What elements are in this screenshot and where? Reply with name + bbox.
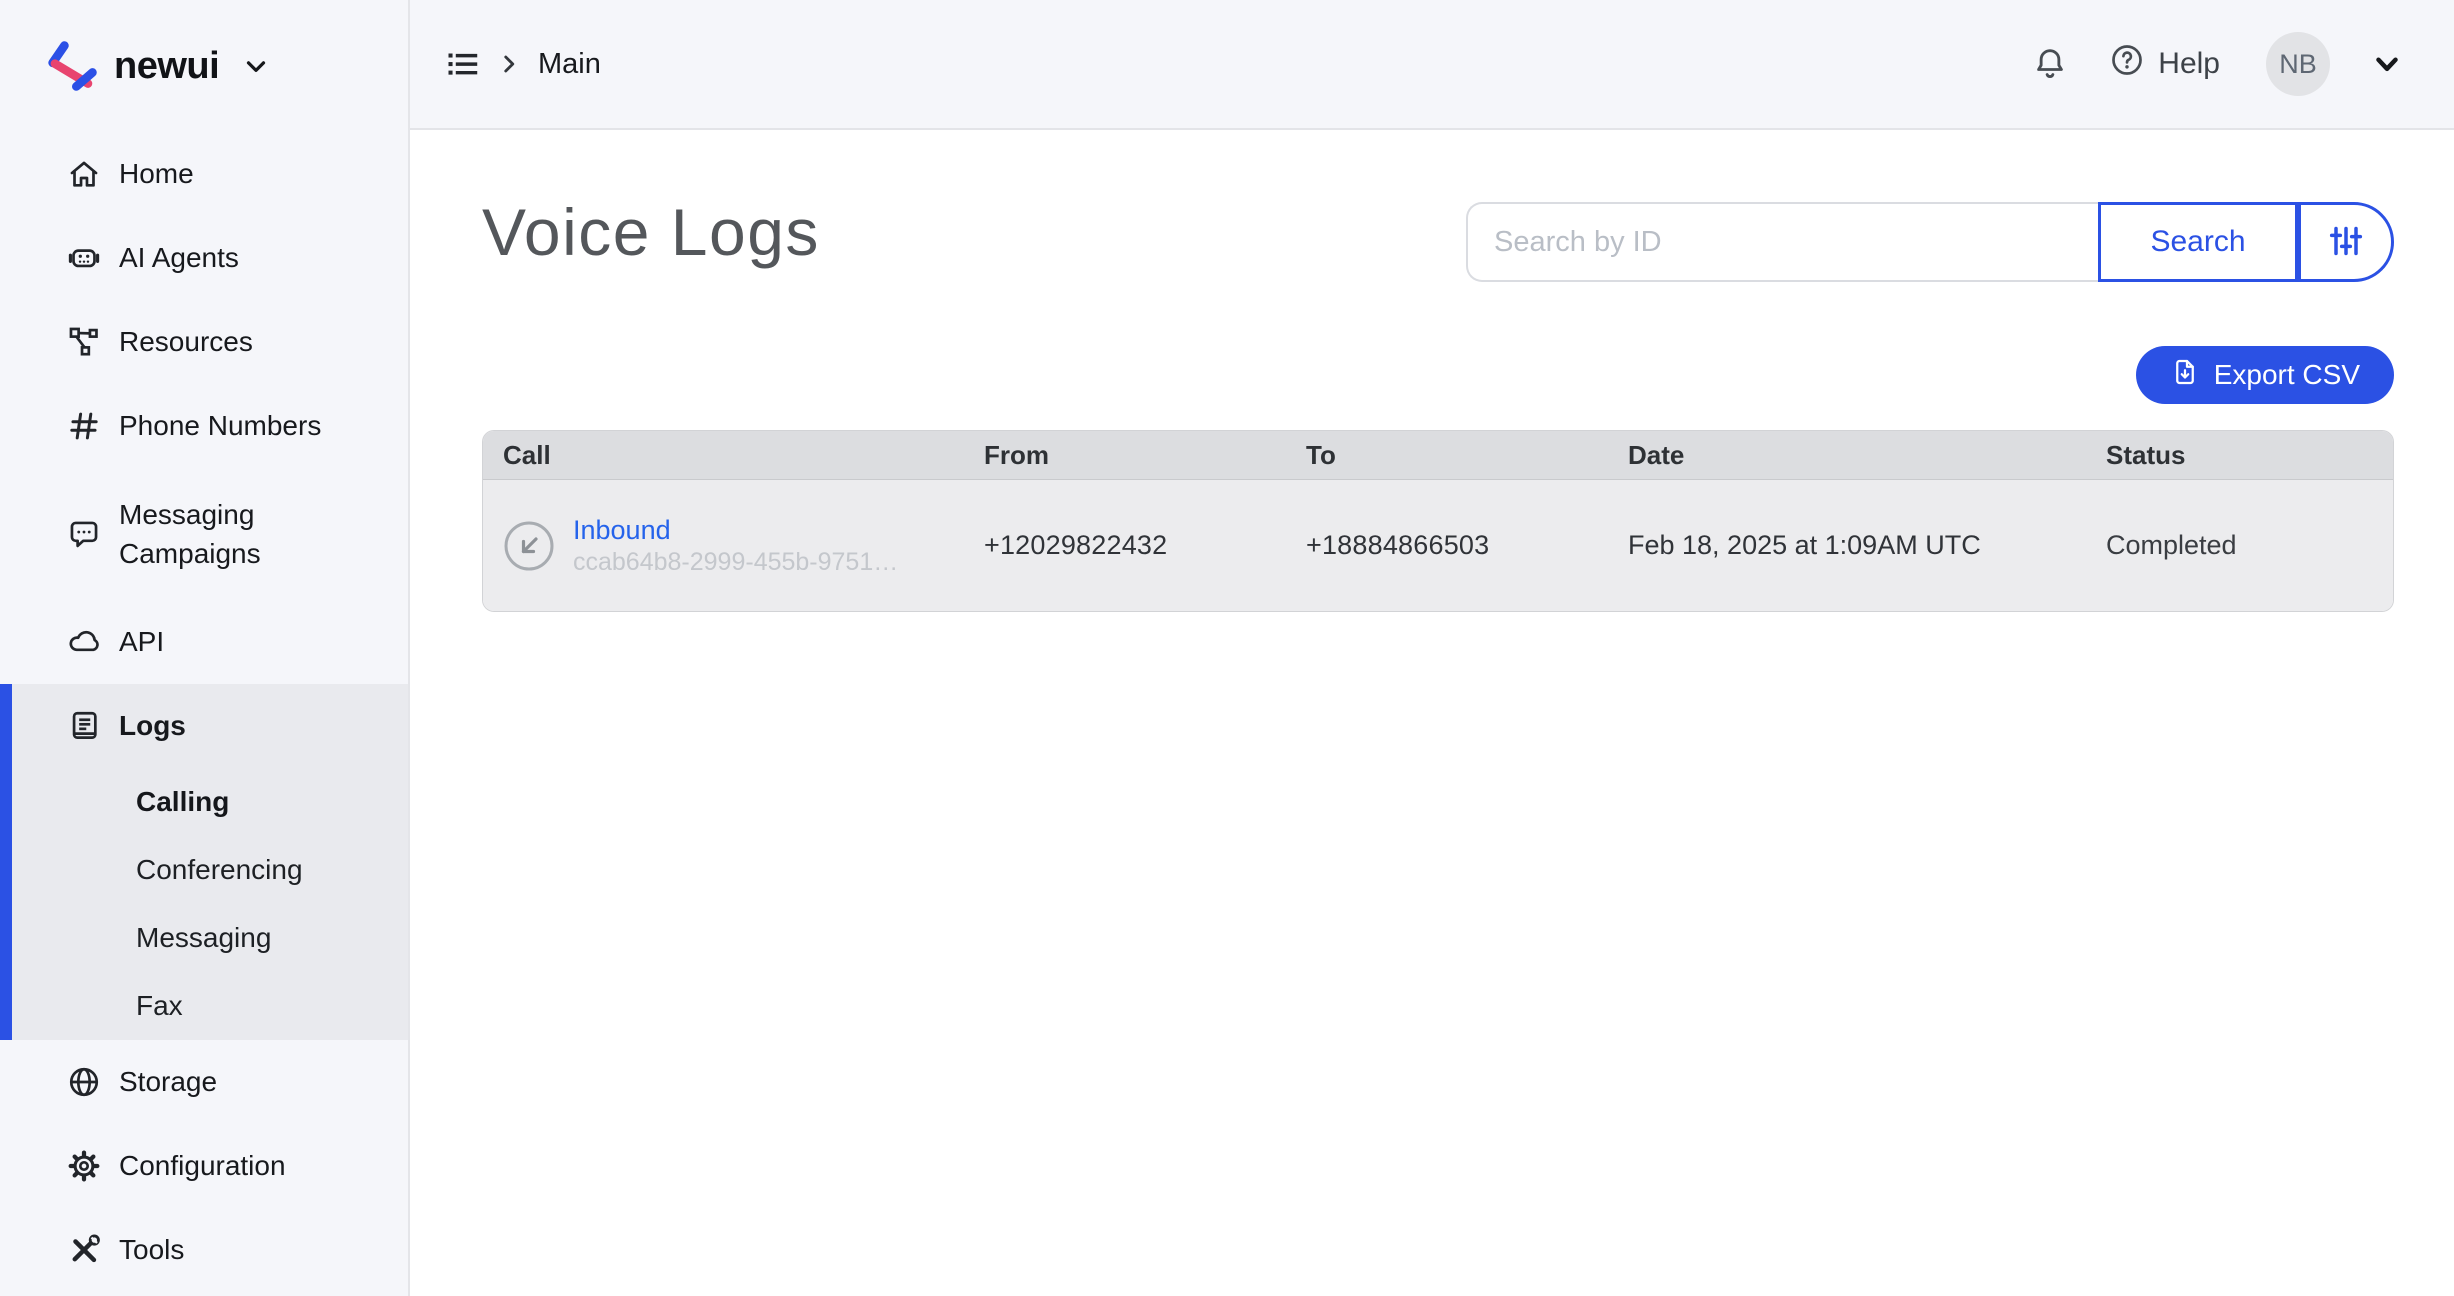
question-circle-icon (2109, 42, 2145, 86)
newui-logo-icon (44, 38, 100, 94)
sidebar-item-messaging-campaigns[interactable]: Messaging Campaigns (0, 468, 408, 600)
column-header-date: Date (1628, 440, 2106, 471)
nodes-icon (66, 324, 102, 360)
hash-icon (66, 408, 102, 444)
app-root: newui Home AI Agents (0, 0, 2454, 1296)
export-csv-label: Export CSV (2214, 359, 2360, 391)
sidebar-item-tools[interactable]: Tools (0, 1208, 408, 1292)
sidebar: newui Home AI Agents (0, 0, 410, 1296)
sliders-icon (2326, 221, 2366, 264)
sidebar-item-label: Phone Numbers (119, 410, 321, 442)
sidebar-item-label: Configuration (119, 1150, 286, 1182)
user-menu-chevron-icon[interactable] (2370, 47, 2404, 81)
topbar-actions: Help NB (2031, 32, 2404, 96)
sidebar-subitem-messaging[interactable]: Messaging (12, 904, 408, 972)
cloud-icon (66, 624, 102, 660)
sidebar-item-label: Tools (119, 1234, 184, 1266)
sidebar-item-api[interactable]: API (0, 600, 408, 684)
globe-icon (66, 1064, 102, 1100)
sidebar-item-label: AI Agents (119, 242, 239, 274)
call-cell: Inbound ccab64b8-2999-455b-9751… (483, 515, 984, 577)
tools-icon (66, 1232, 102, 1268)
filter-button[interactable] (2298, 202, 2394, 282)
avatar[interactable]: NB (2266, 32, 2330, 96)
topbar: Main Help NB (410, 0, 2454, 130)
home-icon (66, 156, 102, 192)
call-date: Feb 18, 2025 at 1:09AM UTC (1628, 530, 2106, 561)
to-number: +18884866503 (1306, 530, 1628, 561)
notifications-button[interactable] (2031, 44, 2069, 85)
sidebar-subitem-label: Messaging (136, 922, 271, 954)
column-header-status: Status (2106, 440, 2393, 471)
chevron-down-icon (241, 51, 271, 81)
sidebar-item-storage[interactable]: Storage (0, 1040, 408, 1124)
sidebar-item-resources[interactable]: Resources (0, 300, 408, 384)
title-row: Voice Logs Search (482, 190, 2394, 282)
column-header-from: From (984, 440, 1306, 471)
brand-name: newui (114, 45, 219, 88)
sidebar-subitem-label: Conferencing (136, 854, 303, 886)
bell-icon (2031, 44, 2069, 85)
status-value: Completed (2106, 530, 2393, 561)
column-header-call: Call (483, 440, 984, 471)
gear-icon (66, 1148, 102, 1184)
inbound-arrow-icon (503, 520, 555, 572)
sidebar-item-label: Home (119, 158, 194, 190)
sidebar-logs-group: Logs Calling Conferencing Messaging Fax (0, 684, 408, 1040)
help-label: Help (2158, 47, 2220, 81)
content: Voice Logs Search Export CSV (410, 130, 2454, 1296)
list-icon[interactable] (444, 46, 480, 82)
journal-icon (66, 708, 102, 744)
robot-icon (66, 240, 102, 276)
chat-bubble-icon (66, 516, 102, 552)
sidebar-item-configuration[interactable]: Configuration (0, 1124, 408, 1208)
avatar-initials: NB (2279, 49, 2317, 80)
chevron-right-icon (496, 51, 522, 77)
table-header: Call From To Date Status (483, 431, 2393, 480)
export-csv-button[interactable]: Export CSV (2136, 346, 2394, 404)
sidebar-subitem-label: Calling (136, 786, 229, 818)
sidebar-item-label: Resources (119, 326, 253, 358)
sidebar-subitem-conferencing[interactable]: Conferencing (12, 836, 408, 904)
help-button[interactable]: Help (2109, 42, 2220, 86)
voice-logs-table: Call From To Date Status Inbound ccab64b… (482, 430, 2394, 612)
from-number: +12029822432 (984, 530, 1306, 561)
sidebar-item-label: Messaging Campaigns (119, 495, 334, 573)
sidebar-item-label: Logs (119, 710, 186, 742)
search-button[interactable]: Search (2098, 202, 2298, 282)
file-download-icon (2170, 357, 2200, 394)
main-area: Main Help NB (410, 0, 2454, 1296)
column-header-to: To (1306, 440, 1628, 471)
export-row: Export CSV (482, 346, 2394, 404)
breadcrumb: Main (444, 46, 601, 82)
sidebar-subitem-label: Fax (136, 990, 183, 1022)
call-id: ccab64b8-2999-455b-9751… (573, 548, 898, 576)
sidebar-subitem-fax[interactable]: Fax (12, 972, 408, 1040)
page-title: Voice Logs (482, 194, 820, 270)
sidebar-item-logs[interactable]: Logs (12, 684, 408, 768)
sidebar-item-label: API (119, 626, 164, 658)
search-input[interactable] (1466, 202, 2098, 282)
sidebar-item-home[interactable]: Home (0, 132, 408, 216)
workspace-switcher[interactable]: newui (0, 0, 408, 132)
sidebar-item-ai-agents[interactable]: AI Agents (0, 216, 408, 300)
search-group: Search (1466, 202, 2394, 282)
sidebar-subitem-calling[interactable]: Calling (12, 768, 408, 836)
breadcrumb-current[interactable]: Main (538, 48, 601, 81)
table-row[interactable]: Inbound ccab64b8-2999-455b-9751… +120298… (483, 480, 2393, 611)
call-direction-link[interactable]: Inbound (573, 515, 898, 546)
sidebar-item-phone-numbers[interactable]: Phone Numbers (0, 384, 408, 468)
sidebar-item-label: Storage (119, 1066, 217, 1098)
sidebar-nav: Home AI Agents Resources (0, 132, 408, 1292)
